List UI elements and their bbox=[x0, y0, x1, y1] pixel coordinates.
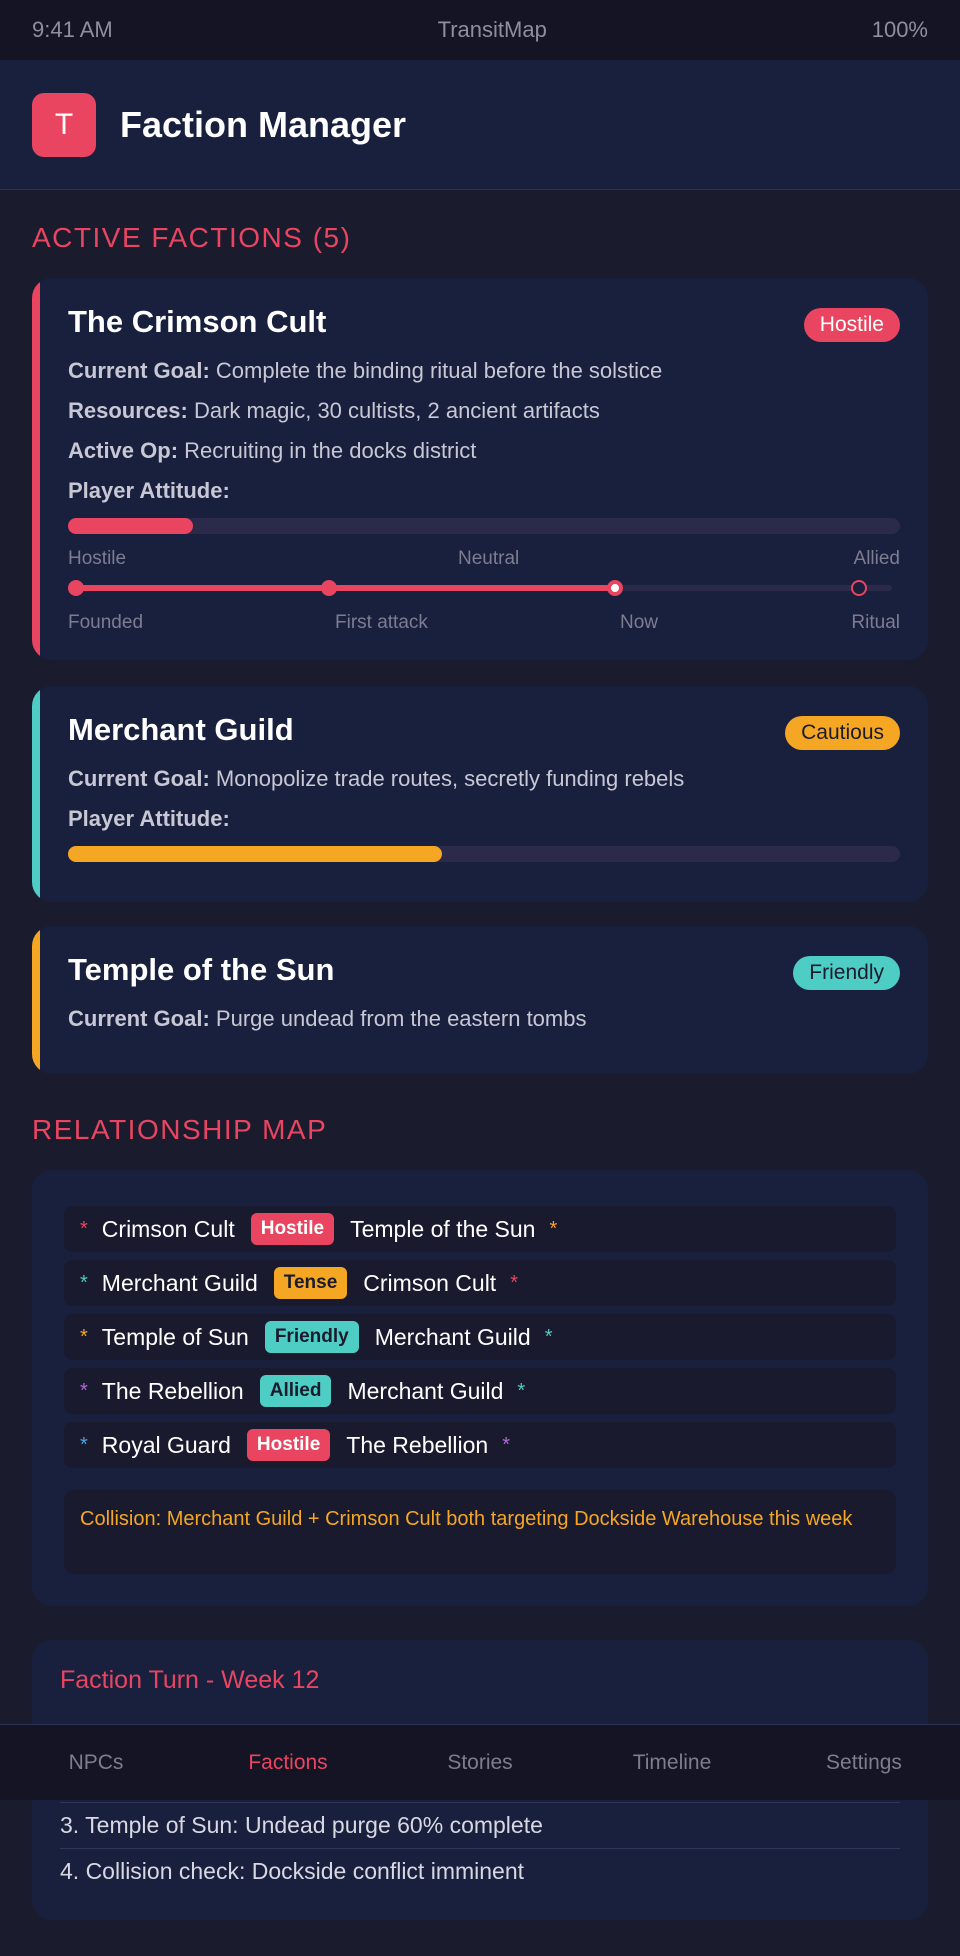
status-battery: 100% bbox=[871, 17, 928, 42]
faction-color-marker: * bbox=[502, 1433, 510, 1456]
attitude-label-text: Player Attitude: bbox=[68, 806, 230, 831]
faction-timeline bbox=[68, 580, 900, 596]
tab-timeline[interactable]: Timeline bbox=[612, 1751, 732, 1775]
page-title: Faction Manager bbox=[120, 103, 407, 145]
timeline-point-founded[interactable] bbox=[68, 580, 84, 596]
relationship-type-badge: Allied bbox=[259, 1375, 332, 1407]
status-badge: Hostile bbox=[803, 308, 900, 342]
relationship-faction-b: The Rebellion bbox=[346, 1431, 489, 1458]
faction-goal: Current Goal: Monopolize trade routes, s… bbox=[68, 766, 684, 792]
faction-card-crimson-cult[interactable]: The Crimson Cult Hostile Current Goal: C… bbox=[32, 278, 928, 660]
attitude-bar bbox=[68, 846, 900, 862]
relationship-row[interactable]: * Royal Guard Hostile The Rebellion * bbox=[64, 1422, 896, 1468]
attitude-label: Player Attitude: bbox=[68, 478, 230, 504]
faction-color-marker: * bbox=[80, 1325, 88, 1348]
active-op-label: Active Op: bbox=[68, 438, 179, 463]
turn-item: 3. Temple of Sun: Undead purge 60% compl… bbox=[60, 1802, 900, 1848]
bottom-tab-bar: NPCs Factions Stories Timeline Settings bbox=[0, 1724, 960, 1800]
section-title-relationship-map: RELATIONSHIP MAP bbox=[32, 1114, 328, 1145]
status-bar: 9:41 AM TransitMap 100% bbox=[0, 0, 960, 60]
faction-name: The Crimson Cult bbox=[68, 304, 327, 339]
goal-value: Purge undead from the eastern tombs bbox=[215, 1006, 587, 1031]
section-title-active-factions: ACTIVE FACTIONS (5) bbox=[32, 222, 352, 253]
timeline-point-first-attack[interactable] bbox=[320, 580, 337, 596]
tab-factions[interactable]: Factions bbox=[228, 1751, 348, 1775]
faction-goal: Current Goal: Purge undead from the east… bbox=[68, 1006, 586, 1032]
attitude-bar-fill bbox=[68, 846, 443, 862]
relationship-faction-b: Merchant Guild bbox=[347, 1377, 504, 1404]
status-badge: Friendly bbox=[793, 956, 900, 990]
relationship-faction-a: Crimson Cult bbox=[101, 1215, 235, 1242]
relationship-type-badge: Tense bbox=[273, 1267, 348, 1299]
faction-card-temple-of-the-sun[interactable]: Temple of the Sun Friendly Current Goal:… bbox=[32, 926, 928, 1074]
status-time: 9:41 AM bbox=[32, 17, 113, 42]
turn-item: 4. Collision check: Dockside conflict im… bbox=[60, 1848, 900, 1894]
timeline-label-ritual: Ritual bbox=[851, 612, 900, 633]
resources-label: Resources: bbox=[68, 398, 188, 423]
relationship-type-badge: Hostile bbox=[246, 1429, 331, 1461]
faction-goal: Current Goal: Complete the binding ritua… bbox=[68, 358, 662, 384]
tab-stories[interactable]: Stories bbox=[420, 1751, 540, 1775]
tab-settings[interactable]: Settings bbox=[804, 1751, 924, 1775]
relationship-row[interactable]: * Merchant Guild Tense Crimson Cult * bbox=[64, 1260, 896, 1306]
attitude-bar-fill bbox=[68, 518, 193, 534]
faction-color-marker: * bbox=[80, 1271, 88, 1294]
timeline-label-founded: Founded bbox=[68, 612, 144, 633]
relationship-map: * Crimson Cult Hostile Temple of the Sun * * M… bbox=[32, 1170, 928, 1606]
faction-color-marker: * bbox=[80, 1217, 88, 1240]
relationship-type-badge: Hostile bbox=[250, 1213, 335, 1245]
relationship-faction-b: Temple of the Sun bbox=[350, 1215, 536, 1242]
relationship-faction-b: Merchant Guild bbox=[374, 1323, 531, 1350]
faction-color-marker: * bbox=[544, 1325, 553, 1348]
goal-label: Current Goal: bbox=[68, 1006, 210, 1031]
tab-npcs[interactable]: NPCs bbox=[36, 1751, 156, 1775]
faction-color-marker: * bbox=[80, 1433, 88, 1456]
timeline-label-first-attack: First attack bbox=[335, 612, 428, 633]
relationship-row[interactable]: * Temple of Sun Friendly Merchant Guild * bbox=[64, 1314, 896, 1360]
faction-color-marker: * bbox=[549, 1217, 558, 1240]
faction-color-marker: * bbox=[80, 1379, 88, 1402]
timeline-progress bbox=[76, 585, 615, 591]
collision-alert: Collision: Merchant Guild + Crimson Cult… bbox=[64, 1490, 896, 1574]
app-logo-icon: T bbox=[32, 92, 96, 157]
relationship-row[interactable]: * The Rebellion Allied Merchant Guild * bbox=[64, 1368, 896, 1414]
relationship-faction-a: The Rebellion bbox=[101, 1377, 244, 1404]
attitude-label-text: Player Attitude: bbox=[68, 478, 230, 503]
relationship-faction-a: Royal Guard bbox=[101, 1431, 231, 1458]
faction-resources: Resources: Dark magic, 30 cultists, 2 an… bbox=[68, 398, 600, 424]
goal-value: Monopolize trade routes, secretly fundin… bbox=[215, 766, 685, 791]
timeline-point-now[interactable] bbox=[606, 580, 623, 596]
scale-label-allied: Allied bbox=[853, 548, 900, 569]
attitude-label: Player Attitude: bbox=[68, 806, 230, 832]
attitude-bar bbox=[68, 518, 900, 534]
faction-turn-title: Faction Turn - Week 12 bbox=[60, 1666, 320, 1694]
relationship-faction-b: Crimson Cult bbox=[363, 1269, 497, 1296]
goal-value: Complete the binding ritual before the s… bbox=[215, 358, 663, 383]
faction-name: Merchant Guild bbox=[68, 712, 294, 747]
faction-accent-bar bbox=[32, 926, 40, 1074]
relationship-faction-a: Merchant Guild bbox=[101, 1269, 258, 1296]
scale-label-hostile: Hostile bbox=[68, 548, 127, 569]
active-op-value: Recruiting in the docks district bbox=[184, 438, 477, 463]
faction-color-marker: * bbox=[517, 1379, 526, 1402]
relationship-type-badge: Friendly bbox=[264, 1321, 359, 1353]
faction-accent-bar bbox=[32, 686, 40, 902]
faction-active-op: Active Op: Recruiting in the docks distr… bbox=[68, 438, 476, 464]
status-app-name: TransitMap bbox=[437, 17, 547, 42]
timeline-point-ritual[interactable] bbox=[851, 580, 868, 596]
goal-label: Current Goal: bbox=[68, 358, 210, 383]
faction-card-merchant-guild[interactable]: Merchant Guild Cautious Current Goal: Mo… bbox=[32, 686, 928, 902]
relationship-faction-a: Temple of Sun bbox=[101, 1323, 249, 1350]
faction-name: Temple of the Sun bbox=[68, 952, 335, 987]
relationship-row[interactable]: * Crimson Cult Hostile Temple of the Sun * bbox=[64, 1206, 896, 1252]
goal-label: Current Goal: bbox=[68, 766, 210, 791]
scale-label-neutral: Neutral bbox=[458, 548, 520, 569]
resources-value: Dark magic, 30 cultists, 2 ancient artif… bbox=[193, 398, 600, 423]
timeline-labels: Founded First attack Now Ritual bbox=[68, 612, 900, 636]
faction-accent-bar bbox=[32, 278, 40, 660]
status-badge: Cautious bbox=[785, 716, 900, 750]
faction-color-marker: * bbox=[510, 1271, 518, 1294]
app-header: T Faction Manager bbox=[0, 60, 960, 190]
timeline-label-now: Now bbox=[620, 612, 659, 633]
